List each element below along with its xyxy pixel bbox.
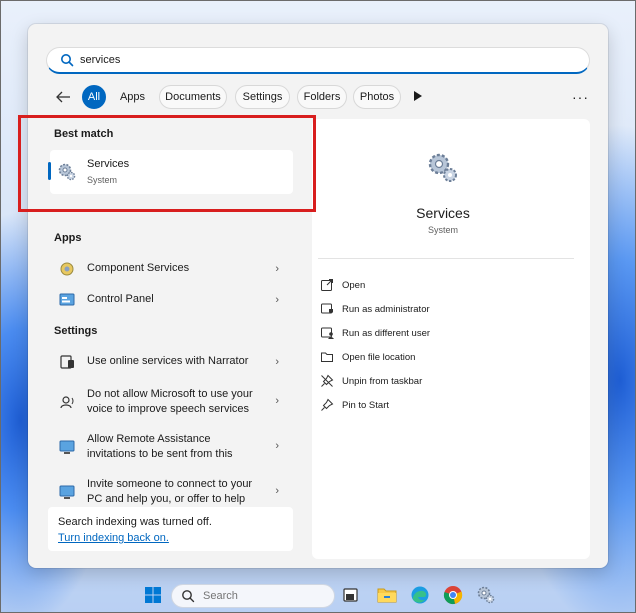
chevron-right-icon[interactable]: ›	[275, 440, 279, 452]
action-label: Pin to Start	[342, 400, 389, 411]
action-pin-to-start[interactable]: Pin to Start	[320, 395, 560, 415]
chevron-right-icon[interactable]: ›	[275, 395, 279, 407]
windows-start-icon	[145, 587, 161, 603]
action-run-as-different-user[interactable]: Run as different user	[320, 323, 560, 343]
more-options-button[interactable]: ···	[572, 89, 589, 105]
file-explorer-button[interactable]	[375, 583, 399, 607]
speech-user-icon	[60, 396, 74, 409]
unpin-icon	[321, 374, 334, 387]
narrator-icon	[60, 355, 74, 369]
result-label: Control Panel	[87, 293, 154, 305]
remote-assistance-icon	[59, 440, 75, 454]
result-label-line2: voice to improve speech services	[87, 403, 250, 415]
chrome-icon	[443, 586, 463, 605]
filter-documents[interactable]: Documents	[159, 85, 227, 109]
divider	[318, 258, 574, 259]
result-remote-assistance-setting[interactable]: Allow Remote Assistance invitations to b…	[50, 430, 293, 464]
back-arrow-icon	[56, 91, 70, 103]
file-explorer-icon	[377, 588, 397, 603]
annotation-highlight-box	[18, 115, 316, 212]
pin-icon	[321, 398, 334, 411]
action-label: Open file location	[342, 352, 416, 363]
settings-heading: Settings	[54, 325, 98, 337]
windows-start-button[interactable]	[141, 583, 165, 607]
result-label-line2: PC and help you, or offer to help	[87, 493, 246, 505]
filter-photos[interactable]: Photos	[353, 85, 401, 109]
chevron-right-icon[interactable]: ›	[275, 485, 279, 497]
result-control-panel[interactable]: Control Panel ›	[50, 287, 293, 313]
action-open[interactable]: Open	[320, 275, 560, 295]
filter-apps[interactable]: Apps	[114, 85, 151, 109]
folder-icon	[321, 352, 333, 362]
search-icon	[182, 590, 195, 603]
result-label-line2: invitations to be sent from this	[87, 448, 233, 460]
services-large-gear-icon	[428, 153, 457, 182]
remote-help-icon	[59, 485, 75, 499]
apps-heading: Apps	[54, 232, 82, 244]
taskbar-search-box[interactable]	[171, 584, 335, 608]
action-run-as-admin[interactable]: Run as administrator	[320, 299, 560, 319]
services-icon	[477, 586, 495, 604]
filter-settings[interactable]: Settings	[235, 85, 290, 109]
result-narrator-setting[interactable]: Use online services with Narrator ›	[50, 349, 293, 375]
search-icon	[61, 54, 74, 67]
action-unpin-from-taskbar[interactable]: Unpin from taskbar	[320, 371, 560, 391]
open-icon	[321, 279, 333, 291]
chevron-right-icon[interactable]: ›	[275, 294, 279, 306]
start-search-panel: All Apps Documents Settings Folders Phot…	[28, 24, 608, 568]
filter-folders[interactable]: Folders	[297, 85, 347, 109]
result-speech-setting[interactable]: Do not allow Microsoft to use your voice…	[50, 385, 293, 419]
edge-button[interactable]	[408, 583, 432, 607]
indexing-notice-text: Search indexing was turned off.	[58, 516, 212, 528]
taskbar	[0, 578, 636, 612]
action-label: Run as different user	[342, 328, 431, 339]
chrome-button[interactable]	[441, 583, 465, 607]
result-label-line1: Do not allow Microsoft to use your	[87, 388, 253, 400]
action-label: Open	[342, 280, 366, 291]
turn-indexing-on-link[interactable]: Turn indexing back on.	[58, 532, 169, 544]
preview-title: Services	[416, 205, 470, 221]
chevron-right-icon[interactable]: ›	[275, 263, 279, 275]
edge-icon	[411, 586, 429, 604]
task-view-button[interactable]	[339, 583, 363, 607]
preview-pane: Services System Open Run as administrato…	[312, 119, 590, 559]
action-label: Unpin from taskbar	[342, 376, 423, 387]
result-label: Component Services	[87, 262, 190, 274]
result-label: Use online services with Narrator	[87, 355, 249, 367]
task-view-icon	[343, 588, 358, 602]
user-icon	[321, 327, 334, 339]
taskbar-search-input[interactable]	[203, 590, 323, 602]
result-invite-help-setting[interactable]: Invite someone to connect to your PC and…	[50, 475, 293, 509]
result-component-services[interactable]: Component Services ›	[50, 256, 293, 282]
result-label-line1: Allow Remote Assistance	[87, 433, 211, 445]
result-label-line1: Invite someone to connect to your	[87, 478, 253, 490]
back-button[interactable]	[52, 87, 74, 107]
control-panel-icon	[59, 293, 75, 306]
action-label: Run as administrator	[342, 304, 430, 315]
services-taskbar-button[interactable]	[474, 583, 498, 607]
filter-bar: All Apps Documents Settings Folders Phot…	[52, 85, 592, 109]
preview-subtitle: System	[427, 225, 458, 235]
filter-all[interactable]: All	[82, 85, 106, 109]
indexing-notice: Search indexing was turned off. Turn ind…	[48, 507, 293, 551]
action-open-file-location[interactable]: Open file location	[320, 347, 560, 367]
search-input[interactable]	[80, 54, 560, 66]
chevron-right-icon[interactable]: ›	[275, 356, 279, 368]
search-box[interactable]	[46, 47, 590, 74]
shield-icon	[321, 303, 333, 314]
component-services-icon	[60, 262, 74, 276]
more-filters-play-icon[interactable]	[413, 90, 423, 102]
